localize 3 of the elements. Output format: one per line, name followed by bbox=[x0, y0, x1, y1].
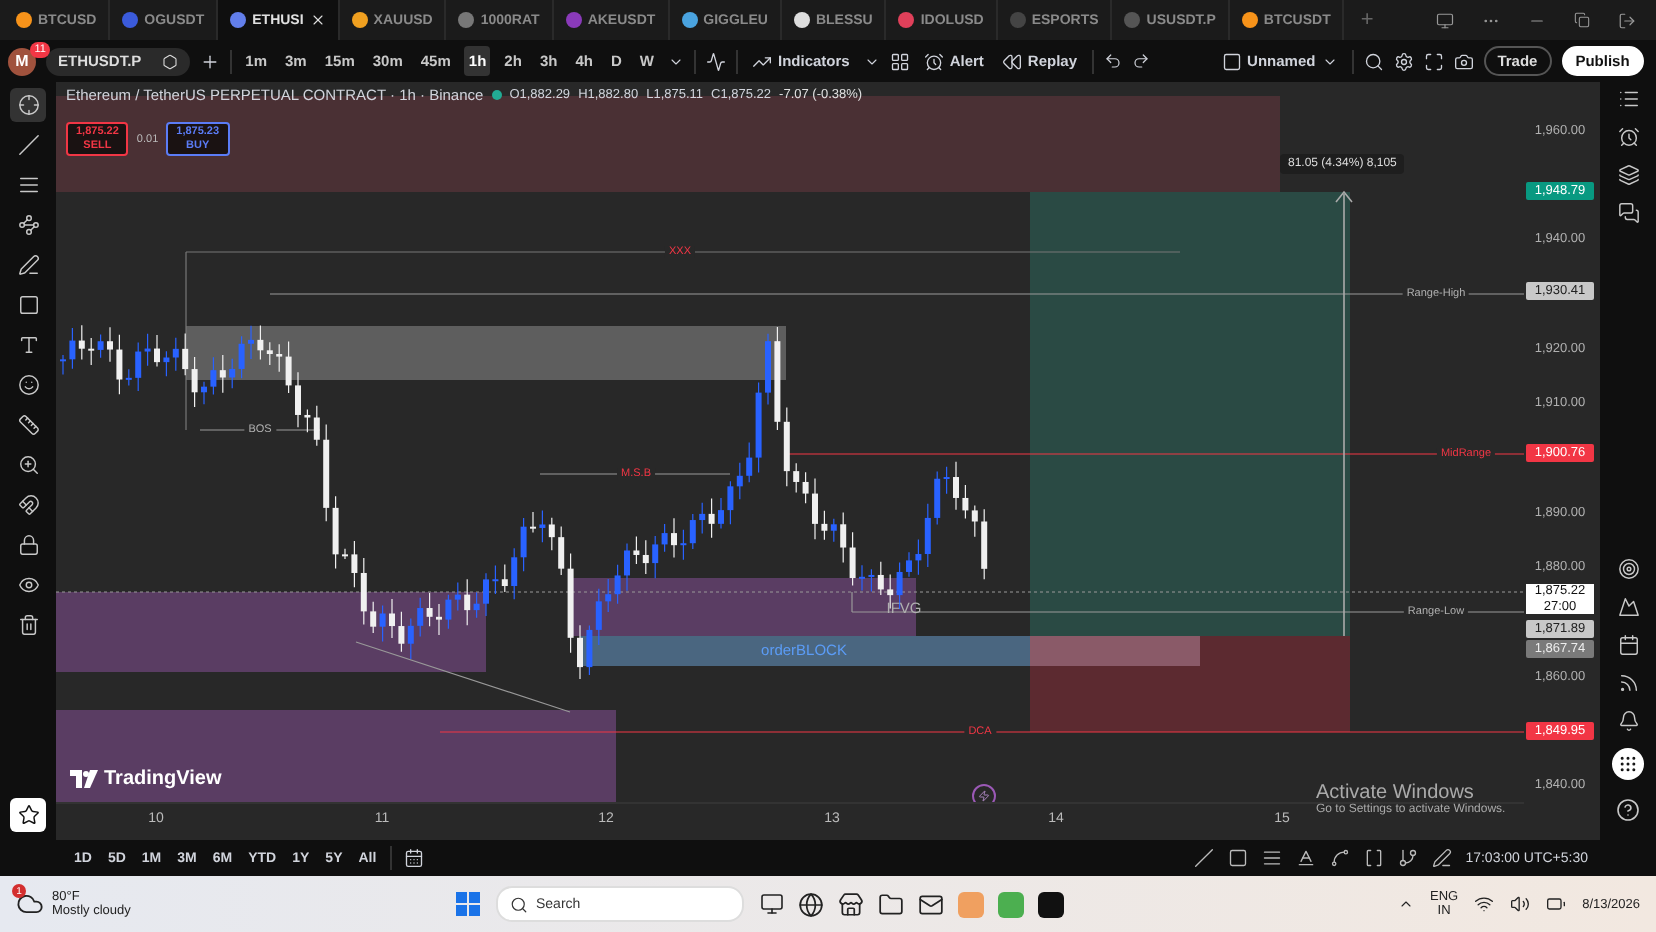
logo-text: TradingView bbox=[104, 768, 222, 790]
avatar[interactable]: M bbox=[8, 47, 36, 75]
notice-title: Activate Windows bbox=[1316, 782, 1474, 804]
